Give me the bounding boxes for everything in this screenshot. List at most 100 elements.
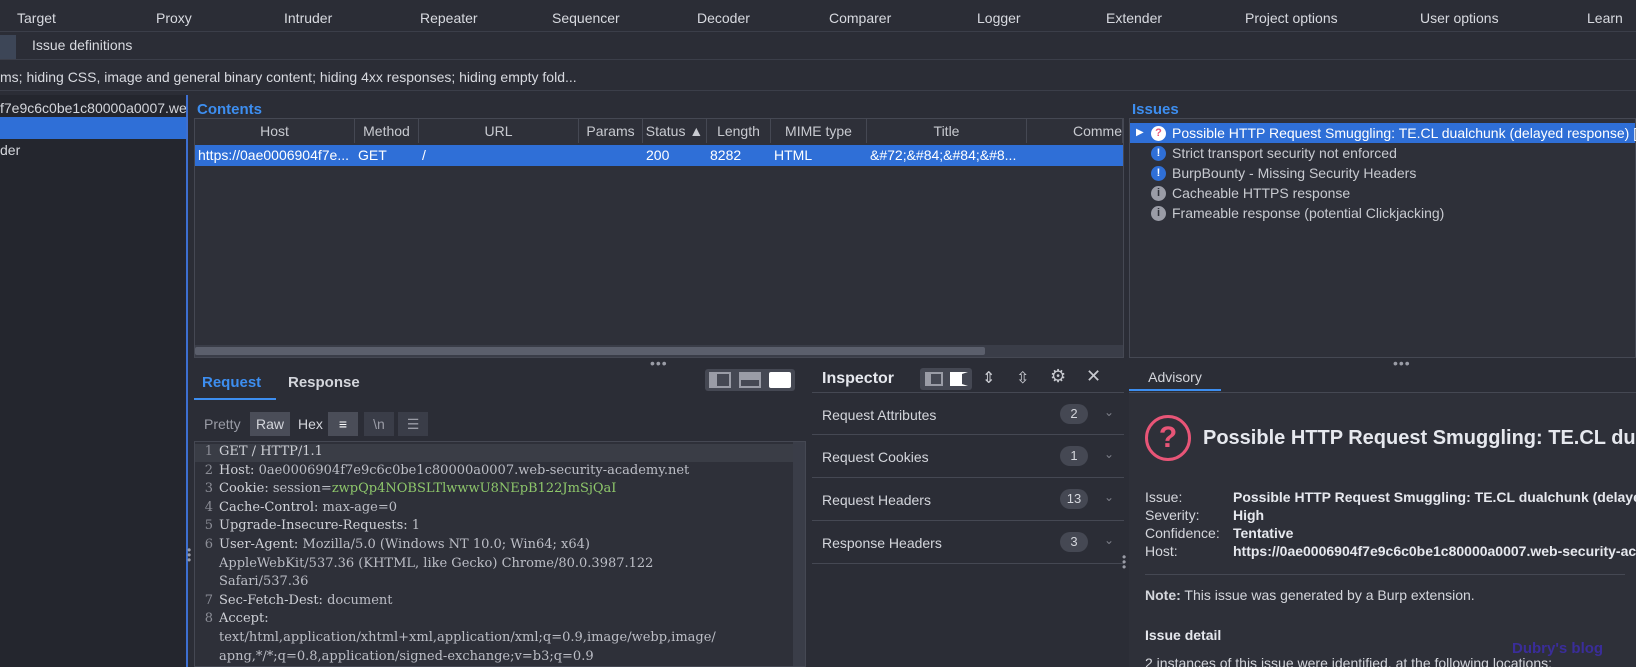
tab-request[interactable]: Request: [202, 374, 261, 391]
col-length[interactable]: Length: [707, 119, 771, 143]
tab-logger[interactable]: Logger: [977, 10, 1021, 26]
field-host: Host: https://0ae0006904f7e9c6c0be1c80000…: [1145, 543, 1636, 559]
filter-bar[interactable]: ms; hiding CSS, image and general binary…: [0, 61, 1636, 91]
inspector-title: Inspector: [822, 370, 895, 387]
info-icon: i: [1151, 206, 1166, 221]
close-icon[interactable]: ✕: [1086, 366, 1101, 387]
vertical-scrollbar[interactable]: [793, 442, 805, 666]
cell-title: &#72;&#84;&#84;&#8...: [870, 147, 1017, 163]
subtab-selected[interactable]: [0, 35, 16, 59]
tab-underline: [194, 398, 276, 400]
subtab-issue-definitions[interactable]: Issue definitions: [32, 37, 132, 53]
issue-label: Cacheable HTTPS response: [1172, 185, 1351, 201]
divider: [1145, 574, 1625, 575]
col-host[interactable]: Host: [195, 119, 355, 143]
table-row[interactable]: https://0ae0006904f7e... GET / 200 8282 …: [195, 145, 1123, 166]
col-method[interactable]: Method: [355, 119, 419, 143]
splitter-handle-vertical[interactable]: • • •: [187, 544, 191, 566]
request-editor[interactable]: 1 GET / HTTP/1.1 2 Host: 0ae0006904f7e9c6c0…: [194, 441, 806, 667]
chevron-down-icon: ⌄: [1103, 490, 1114, 504]
tab-extender[interactable]: Extender: [1106, 10, 1162, 26]
tree-item-folder[interactable]: der: [0, 139, 186, 161]
warning-icon: !: [1151, 146, 1166, 161]
tab-comparer[interactable]: Comparer: [829, 10, 891, 26]
issues-title: Issues: [1132, 101, 1179, 118]
tab-repeater[interactable]: Repeater: [420, 10, 478, 26]
newline-toggle[interactable]: \n: [364, 412, 394, 436]
advisory-panel: Advisory ? Possible HTTP Request Smuggli…: [1129, 366, 1636, 667]
split-horizontal-icon[interactable]: [709, 372, 731, 388]
scrollbar-thumb[interactable]: [195, 347, 985, 355]
chevron-down-icon: ⌄: [1103, 405, 1114, 419]
issue-detail-heading: Issue detail: [1145, 627, 1222, 643]
expand-arrow-icon[interactable]: ▶: [1136, 123, 1144, 143]
gear-icon[interactable]: ⚙: [1050, 366, 1066, 387]
tree-item-host[interactable]: f7e9c6c0be1c80000a0007.we: [0, 97, 186, 119]
cell-length: 8282: [710, 147, 742, 163]
site-map-tree: f7e9c6c0be1c80000a0007.we der: [0, 95, 188, 667]
format-hex[interactable]: Hex: [292, 412, 329, 436]
tab-proxy[interactable]: Proxy: [156, 10, 192, 26]
tab-learn[interactable]: Learn: [1587, 10, 1623, 26]
tab-sequencer[interactable]: Sequencer: [552, 10, 620, 26]
tab-user-options[interactable]: User options: [1420, 10, 1499, 26]
issue-detail-text: 2 instances of this issue were identifie…: [1145, 655, 1553, 667]
tab-decoder[interactable]: Decoder: [697, 10, 750, 26]
collapse-all-icon[interactable]: ⇳: [1016, 368, 1029, 388]
inspector-row-request-headers[interactable]: Request Headers 13 ⌄: [812, 478, 1124, 521]
splitter-handle-vertical[interactable]: • • •: [1122, 551, 1126, 573]
top-nav: Target Proxy Intruder Repeater Sequencer…: [0, 0, 1636, 32]
cell-mime: HTML: [774, 147, 813, 163]
single-pane-icon[interactable]: [769, 372, 791, 388]
format-pretty[interactable]: Pretty: [198, 412, 247, 436]
field-confidence: Confidence: Tentative: [1145, 525, 1294, 541]
chevron-down-icon: ⌄: [1103, 447, 1114, 461]
col-url[interactable]: URL: [419, 119, 579, 143]
tab-advisory[interactable]: Advisory: [1129, 366, 1221, 391]
inspector-row-label: Request Headers: [822, 492, 931, 508]
code-line: Host: 0ae0006904f7e9c6c0be1c80000a0007.w…: [219, 462, 690, 478]
code-line: Cache-Control: max-age=0: [219, 499, 398, 515]
wrap-lines-icon[interactable]: ≡: [328, 412, 358, 436]
tab-response[interactable]: Response: [288, 374, 360, 391]
col-mime-type[interactable]: MIME type: [771, 119, 867, 143]
tab-intruder[interactable]: Intruder: [284, 10, 332, 26]
issue-item[interactable]: ▶ ? Possible HTTP Request Smuggling: TE.…: [1130, 123, 1636, 143]
tab-project-options[interactable]: Project options: [1245, 10, 1338, 26]
advisory-body: ? Possible HTTP Request Smuggling: TE.CL…: [1129, 392, 1636, 667]
issue-item[interactable]: i Cacheable HTTPS response: [1130, 183, 1635, 203]
cell-host: https://0ae0006904f7e...: [198, 147, 350, 163]
cell-status: 200: [646, 147, 670, 163]
cell-url: /: [422, 147, 426, 163]
sub-tabs: Issue definitions: [0, 32, 1636, 60]
dock-left-icon[interactable]: [925, 372, 943, 386]
split-vertical-icon[interactable]: [739, 372, 761, 388]
col-title[interactable]: Title: [867, 119, 1027, 143]
line-number: 4: [204, 499, 213, 515]
col-status[interactable]: Status ▲: [643, 119, 707, 143]
dock-right-icon[interactable]: [950, 372, 968, 386]
field-severity: Severity: High: [1145, 507, 1265, 523]
format-raw[interactable]: Raw: [250, 412, 291, 436]
inspector-row-response-headers[interactable]: Response Headers 3 ⌄: [812, 521, 1124, 564]
tree-item-selected[interactable]: [0, 117, 186, 139]
code-line: GET / HTTP/1.1: [219, 444, 323, 459]
advisory-title: Possible HTTP Request Smuggling: TE.CL d…: [1203, 427, 1636, 449]
inspector-row-request-attributes[interactable]: Request Attributes 2 ⌄: [812, 392, 1124, 435]
col-comment[interactable]: Comme: [1027, 119, 1123, 143]
issue-item[interactable]: ! Strict transport security not enforced: [1130, 143, 1635, 163]
issue-label: Possible HTTP Request Smuggling: TE.CL d…: [1172, 125, 1636, 141]
contents-title: Contents: [197, 101, 262, 118]
warning-icon: !: [1151, 166, 1166, 181]
issue-item[interactable]: i Frameable response (potential Clickjac…: [1130, 203, 1635, 223]
issue-item[interactable]: ! BurpBounty - Missing Security Headers: [1130, 163, 1635, 183]
col-params[interactable]: Params: [579, 119, 643, 143]
tab-target[interactable]: Target: [17, 10, 56, 26]
line-number: 5: [204, 518, 213, 534]
inspector-row-request-cookies[interactable]: Request Cookies 1 ⌄: [812, 435, 1124, 478]
count-badge: 3: [1060, 532, 1088, 552]
inspector-row-label: Request Cookies: [822, 449, 929, 465]
splitter-handle[interactable]: •••: [650, 355, 668, 371]
expand-all-icon[interactable]: ⇕: [982, 368, 995, 388]
menu-icon[interactable]: ☰: [398, 412, 428, 436]
